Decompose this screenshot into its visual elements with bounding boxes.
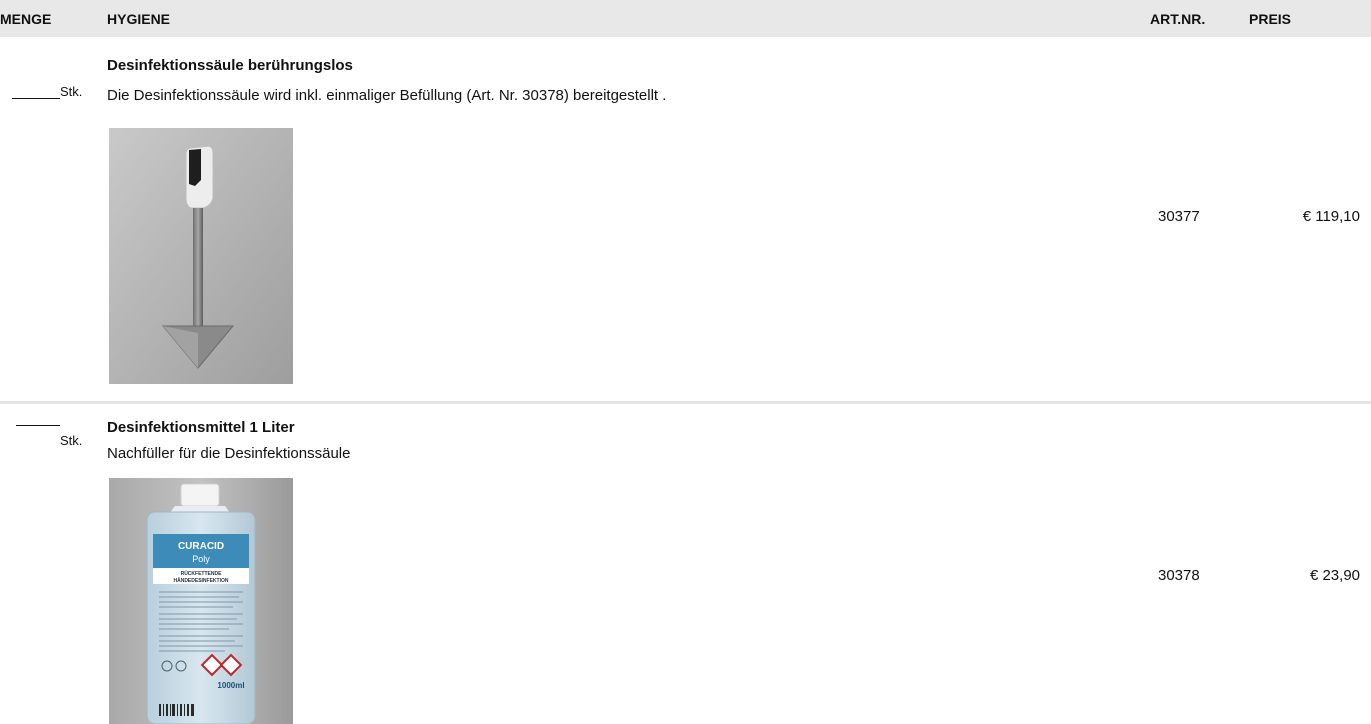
price: € 119,10	[1302, 208, 1360, 225]
price: € 23,90	[1309, 567, 1360, 584]
article-number: 30378	[1158, 567, 1200, 584]
column-header-hygiene: HYGIENE	[107, 11, 171, 27]
product-description: Nachfüller für die Desinfektionssäule	[107, 445, 351, 462]
unit-label: Stk.	[60, 84, 83, 99]
bottle-brand: CURACID	[178, 541, 224, 552]
column-header-artnr: ART.NR.	[1150, 11, 1206, 27]
column-header-menge: MENGE	[0, 11, 52, 27]
table-header: MENGE HYGIENE ART.NR. PREIS	[0, 0, 1371, 37]
product-title: Desinfektionsmittel 1 Liter	[107, 419, 295, 436]
article-number: 30377	[1158, 208, 1200, 225]
product-description: Die Desinfektionssäule wird inkl. einmal…	[107, 87, 667, 104]
bottle-product-name: Poly	[192, 554, 210, 564]
bottle-label-line1: RÜCKFETTENDE	[181, 570, 222, 577]
quantity-input-line[interactable]	[16, 425, 60, 426]
unit-label: Stk.	[60, 433, 83, 448]
product-title: Desinfektionssäule berührungslos	[107, 57, 353, 74]
disinfection-stand-photo	[109, 128, 293, 384]
column-header-preis: PREIS	[1249, 11, 1292, 27]
bottle-volume: 1000ml	[217, 681, 244, 690]
table-row: Stk. Desinfektionsmittel 1 Liter Nachfül…	[0, 404, 1371, 724]
disinfectant-bottle-photo: CURACID Poly RÜCKFETTENDE HÄNDEDESINFEKT…	[109, 478, 293, 724]
bottle-label-line2: HÄNDEDESINFEKTION	[173, 577, 228, 584]
quantity-input-line[interactable]	[12, 98, 60, 99]
table-row: Stk. Desinfektionssäule berührungslos Di…	[0, 37, 1371, 401]
